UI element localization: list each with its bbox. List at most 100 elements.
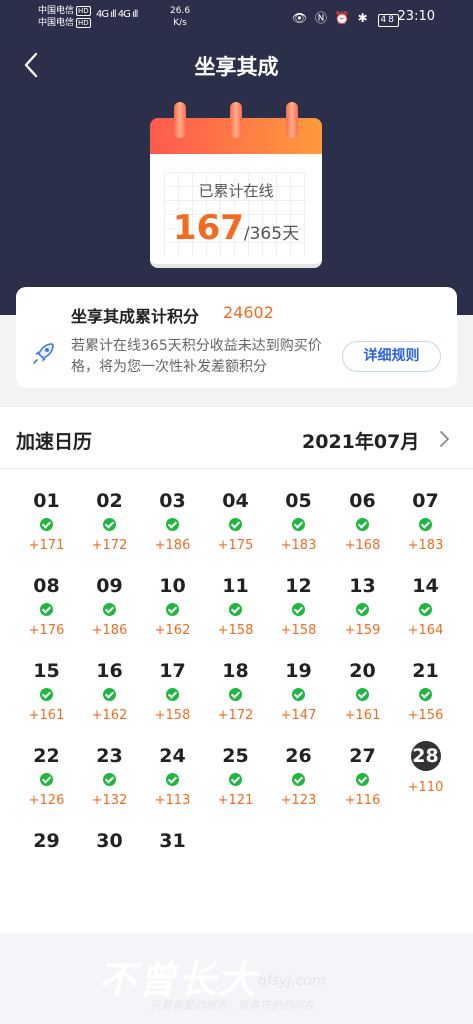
- day-points: +171: [28, 538, 65, 553]
- day-points: +175: [217, 538, 254, 553]
- calendar-day[interactable]: 24 +113: [141, 744, 204, 824]
- calendar-day[interactable]: 02 +172: [78, 489, 141, 569]
- check-circle-icon: [40, 518, 53, 531]
- check-circle-icon: [166, 518, 179, 531]
- calendar-day[interactable]: 06 +168: [331, 489, 394, 569]
- check-circle-icon: [292, 603, 305, 616]
- day-points: +172: [217, 708, 254, 723]
- carrier-2: 中国电信: [38, 18, 75, 28]
- calendar-day[interactable]: 11 +158: [204, 574, 267, 654]
- calendar-day[interactable]: 16 +162: [78, 659, 141, 739]
- day-number: 23: [96, 745, 123, 767]
- calendar-day[interactable]: 10 +162: [141, 574, 204, 654]
- check-circle-icon: [419, 518, 432, 531]
- check-circle-icon: [103, 603, 116, 616]
- calendar-day[interactable]: 03 +186: [141, 489, 204, 569]
- check-circle-icon: [419, 688, 432, 701]
- day-points: +161: [28, 708, 65, 723]
- day-points: +186: [154, 538, 191, 553]
- day-points: +158: [154, 708, 191, 723]
- carrier-1: 中国电信: [38, 6, 75, 16]
- calendar-day[interactable]: 04 +175: [204, 489, 267, 569]
- day-points: +126: [28, 793, 65, 808]
- online-days-calendar: 已累计在线 167/365天: [150, 100, 322, 270]
- signal-icon: 4G ıll 4G ıll: [96, 9, 138, 20]
- check-circle-icon: [229, 773, 242, 786]
- check-circle-icon: [40, 773, 53, 786]
- rocket-icon: [33, 343, 54, 364]
- day-number: 19: [285, 660, 312, 682]
- check-circle-icon: [292, 688, 305, 701]
- check-circle-icon: [229, 688, 242, 701]
- day-number: 04: [222, 490, 249, 512]
- day-number: 17: [159, 660, 186, 682]
- check-circle-icon: [292, 773, 305, 786]
- day-points: +172: [91, 538, 128, 553]
- calendar-day[interactable]: 21 +156: [394, 659, 457, 739]
- check-circle-icon: [103, 773, 116, 786]
- calendar-day[interactable]: 05 +183: [267, 489, 330, 569]
- month-label: 2021年07月: [302, 431, 420, 453]
- calendar-day[interactable]: 12 +158: [267, 574, 330, 654]
- day-number: 14: [412, 575, 439, 597]
- calendar-day[interactable]: 08 +176: [15, 574, 78, 654]
- calendar-day[interactable]: 17 +158: [141, 659, 204, 739]
- hd-badge: HD: [76, 6, 91, 16]
- day-number: 29: [33, 830, 60, 852]
- day-number: 25: [222, 745, 249, 767]
- watermark-slogan: 只要有爱的地方，就有守护的存在: [150, 999, 315, 1012]
- day-number: 30: [96, 830, 123, 852]
- day-number: 02: [96, 490, 123, 512]
- day-points: +156: [407, 708, 444, 723]
- check-circle-icon: [292, 518, 305, 531]
- calendar-day[interactable]: 18 +172: [204, 659, 267, 739]
- calendar-day[interactable]: 26 +123: [267, 744, 330, 824]
- check-circle-icon: [229, 518, 242, 531]
- calendar-day[interactable]: 27 +116: [331, 744, 394, 824]
- points-value: 24602: [223, 303, 274, 322]
- day-number: 15: [33, 660, 60, 682]
- calendar-day[interactable]: 14 +164: [394, 574, 457, 654]
- day-points: +110: [407, 780, 444, 795]
- calendar-day[interactable]: 20 +161: [331, 659, 394, 739]
- day-points: +113: [154, 793, 191, 808]
- online-count: 167/365天: [150, 208, 322, 248]
- calendar-day[interactable]: 22 +126: [15, 744, 78, 824]
- check-circle-icon: [356, 518, 369, 531]
- watermark-logo: 不曾长大: [98, 958, 259, 1002]
- day-points: +176: [28, 623, 65, 638]
- day-number: 16: [96, 660, 123, 682]
- calendar-day[interactable]: 15 +161: [15, 659, 78, 739]
- calendar-day[interactable]: 09 +186: [78, 574, 141, 654]
- day-number: 31: [159, 830, 186, 852]
- day-number: 09: [96, 575, 123, 597]
- online-days-total: /365天: [243, 224, 300, 244]
- page-title: 坐享其成: [194, 55, 279, 79]
- check-circle-icon: [356, 603, 369, 616]
- calendar-day[interactable]: 29: [15, 829, 78, 909]
- check-circle-icon: [166, 688, 179, 701]
- calendar-day[interactable]: 23 +132: [78, 744, 141, 824]
- day-points: +186: [91, 623, 128, 638]
- calendar-day[interactable]: 31: [141, 829, 204, 909]
- online-days-value: 167: [172, 208, 244, 248]
- status-time: 23:10: [397, 9, 435, 24]
- day-number: 11: [222, 575, 249, 597]
- chevron-right-icon[interactable]: [437, 429, 453, 449]
- status-icon-group: 👁 Ⓝ ⏰ ✱: [292, 11, 370, 25]
- day-points: +161: [344, 708, 381, 723]
- calendar-ring-icon: [174, 102, 186, 138]
- calendar-day[interactable]: 01 +171: [15, 489, 78, 569]
- calendar-day[interactable]: 25 +121: [204, 744, 267, 824]
- day-points: +164: [407, 623, 444, 638]
- calendar-day[interactable]: 28 +110: [394, 741, 457, 824]
- day-number: 18: [222, 660, 249, 682]
- calendar-day[interactable]: 13 +159: [331, 574, 394, 654]
- speed-unit: K/s: [173, 18, 187, 28]
- points-title: 坐享其成累计积分: [71, 307, 200, 326]
- calendar-day[interactable]: 30: [78, 829, 141, 909]
- rules-button[interactable]: 详细规则: [342, 341, 441, 372]
- calendar-day[interactable]: 07 +183: [394, 489, 457, 569]
- carrier-info: 中国电信 HD 中国电信 HD: [38, 5, 91, 29]
- calendar-day[interactable]: 19 +147: [267, 659, 330, 739]
